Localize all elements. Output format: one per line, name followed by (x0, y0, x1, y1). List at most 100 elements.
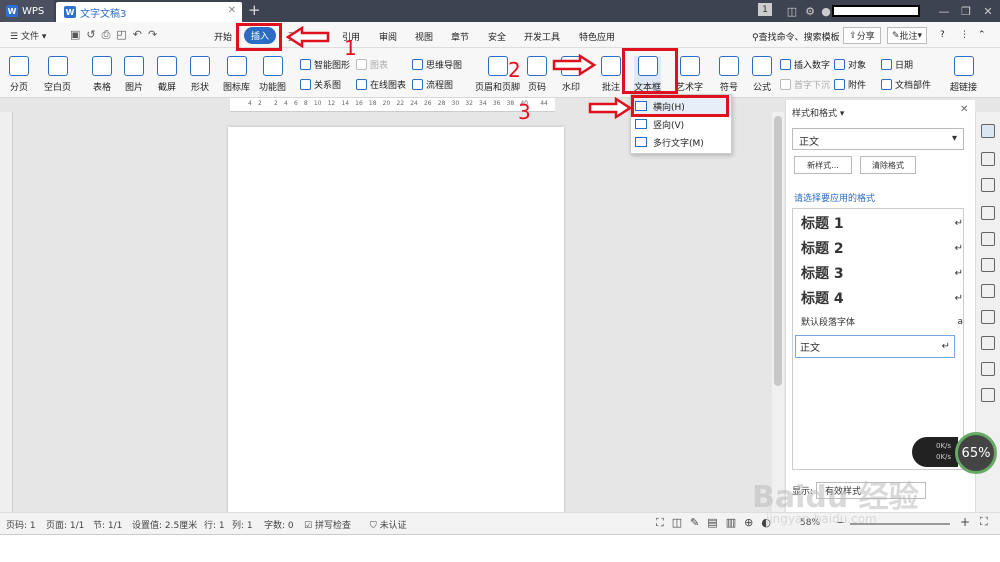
word-art-button[interactable]: 艺术字 (676, 56, 703, 93)
annotation-number-3: 3 (518, 100, 531, 124)
new-style-button[interactable]: 新样式... (794, 156, 852, 174)
mind-map-button[interactable]: 思维导图 (412, 58, 462, 71)
zoom-in-icon[interactable]: + (960, 515, 970, 529)
page-break-label: 分页 (9, 83, 28, 93)
help-button[interactable]: ? (940, 30, 945, 40)
tab-view[interactable]: 视图 (415, 30, 433, 43)
smart-graphic-button[interactable]: 智能图形 (300, 58, 350, 71)
formula-button[interactable]: 公式 (752, 56, 772, 93)
user-name-area[interactable] (832, 5, 920, 17)
flowchart-button[interactable]: 流程图 (412, 78, 453, 91)
tab-document[interactable]: W 文字文稿3 ✕ (56, 2, 242, 22)
tab-review[interactable]: 审阅 (379, 30, 397, 43)
file-menu[interactable]: ☰ 文件 ▾ (10, 29, 46, 42)
settings-icon[interactable]: ⚙ (802, 3, 818, 19)
style-default-font[interactable]: 默认段落字体 a (801, 315, 963, 329)
style-heading-1-label: 标题 1 (801, 216, 844, 232)
shape-button[interactable]: 形状 (190, 56, 210, 93)
attachment-button[interactable]: 附件 (834, 78, 866, 91)
drop-cap-button[interactable]: 首字下沉 (780, 78, 830, 91)
tab-developer[interactable]: 开发工具 (524, 30, 560, 43)
style-heading-1[interactable]: 标题 1 ↵ (801, 213, 963, 233)
add-tab-icon[interactable]: + (248, 1, 261, 19)
vertical-textbox-label: 竖向(V) (653, 120, 685, 131)
adjust-icon[interactable] (981, 258, 995, 272)
quick-access-toolbar[interactable]: ▣↺⎙◰↶↷ (70, 28, 163, 42)
command-search[interactable]: ⚲查找命令、搜索模板 (752, 30, 840, 43)
memory-gauge[interactable]: 65% (955, 432, 997, 474)
document-page[interactable] (228, 127, 564, 515)
box-icon[interactable] (981, 336, 995, 350)
clip-icon[interactable] (981, 206, 995, 220)
shapes-icon[interactable] (981, 178, 995, 192)
omega-icon (719, 56, 739, 76)
image-icon[interactable] (981, 362, 995, 376)
online-chart-label: 在线图表 (370, 81, 407, 91)
object-button[interactable]: 对象 (834, 58, 866, 71)
current-style-select[interactable]: 正文 ▾ (792, 128, 964, 150)
date-button[interactable]: 日期 (881, 58, 913, 71)
function-chart-button[interactable]: 功能图 (259, 56, 286, 93)
table-grid-icon[interactable] (981, 232, 995, 246)
spell-check-label: 拼写检查 (314, 521, 351, 531)
blank-page-button[interactable]: 空白页 (44, 56, 71, 93)
ruler-ticks: 4 2 2 4 6 8 10 12 14 16 18 20 22 24 26 28 30 32 34 36 38 40 44 (248, 100, 548, 107)
status-page: 页码: 1 (6, 521, 36, 531)
tab-home[interactable]: 开始 (214, 30, 232, 43)
network-speed-widget: 0K/s 0K/s (912, 437, 958, 467)
copy-icon[interactable] (981, 284, 995, 298)
style-heading-3[interactable]: 标题 3 ↵ (801, 263, 963, 283)
online-chart-button[interactable]: 在线图表 (356, 78, 406, 91)
cursor-icon[interactable] (981, 152, 995, 166)
insert-number-button[interactable]: 插入数字 (780, 58, 830, 71)
table-button[interactable]: 表格 (92, 56, 112, 93)
close-panel-icon[interactable]: ✕ (960, 104, 968, 115)
date-label: 日期 (895, 61, 914, 71)
comment-insert-button[interactable]: 批注 (601, 56, 621, 93)
auth-status[interactable]: ⛉ 未认证 (370, 518, 407, 531)
multiline-text-item[interactable]: 多行文字(M) (635, 134, 729, 150)
page-break-button[interactable]: 分页 (9, 56, 29, 93)
tab-wps[interactable]: W WPS (0, 0, 54, 22)
close-window-icon[interactable]: ✕ (980, 3, 996, 19)
view-mode-buttons[interactable]: ⛶◫✎▤▥⊕◐ (656, 516, 779, 530)
tab-special-apps[interactable]: 特色应用 (579, 30, 615, 43)
close-tab-icon[interactable]: ✕ (228, 5, 236, 16)
fit-page-icon[interactable]: ⛶ (980, 515, 988, 529)
style-heading-4[interactable]: 标题 4 ↵ (801, 288, 963, 308)
chart-button[interactable]: 图表 (356, 58, 388, 71)
symbol-button[interactable]: 符号 (719, 56, 739, 93)
style-body[interactable]: 正文 ↵ (795, 335, 955, 358)
relation-chart-button[interactable]: 关系图 (300, 78, 341, 91)
share-button[interactable]: ⇪ 分享 (843, 27, 881, 44)
vertical-textbox-item[interactable]: 竖向(V) (635, 116, 729, 132)
minimize-icon[interactable]: — (936, 3, 952, 19)
list-icon[interactable] (981, 310, 995, 324)
picture-button[interactable]: 图片 (124, 56, 144, 93)
word-art-icon (679, 56, 700, 76)
style-heading-2[interactable]: 标题 2 ↵ (801, 238, 963, 258)
hyperlink-button[interactable]: 超链接 (950, 56, 977, 93)
maximize-icon[interactable]: ❐ (958, 3, 974, 19)
vertical-textbox-icon (635, 119, 647, 129)
picture-icon (124, 56, 144, 76)
screenshot-button[interactable]: 截屏 (157, 56, 177, 93)
spell-check-button[interactable]: ☑ 拼写检查 (304, 518, 351, 531)
vertical-ruler[interactable] (0, 112, 13, 512)
comment-button[interactable]: ✎ 批注 ▾ (887, 27, 927, 44)
tab-document-label: 文字文稿3 (80, 8, 127, 20)
tab-security[interactable]: 安全 (488, 30, 506, 43)
more-icon[interactable]: ⋮ (960, 30, 969, 40)
pen-icon[interactable] (981, 124, 995, 138)
object-icon (834, 59, 845, 70)
skin-icon[interactable]: ◫ (784, 3, 800, 19)
function-chart-icon (262, 56, 283, 76)
collapse-ribbon-icon[interactable]: ⌃ (978, 30, 986, 40)
icon-library-button[interactable]: 图标库 (223, 56, 250, 93)
scrollbar-thumb[interactable] (774, 116, 782, 386)
clear-format-button[interactable]: 清除格式 (860, 156, 916, 174)
page-number-button[interactable]: 页码 (527, 56, 547, 93)
tab-chapter[interactable]: 章节 (451, 30, 469, 43)
shield-icon[interactable] (981, 388, 995, 402)
doc-parts-button[interactable]: 文档部件 (881, 78, 931, 91)
